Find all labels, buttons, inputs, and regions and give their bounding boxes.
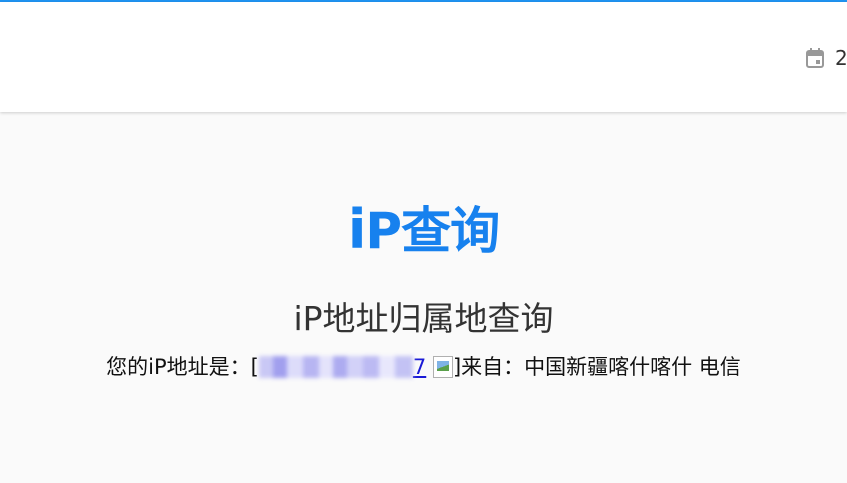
date-display: 2 bbox=[805, 46, 847, 70]
ip-address-suffix: 7 bbox=[412, 355, 427, 379]
logo-text: P查询 bbox=[365, 202, 500, 260]
calendar-icon bbox=[806, 48, 824, 68]
logo-letter-i: i bbox=[347, 198, 366, 261]
header-bar: 2 bbox=[0, 2, 847, 112]
site-logo[interactable]: iP查询 bbox=[0, 203, 847, 257]
ip-label: 您的iP地址是：[ bbox=[106, 355, 259, 379]
ip-address-redacted bbox=[258, 356, 413, 378]
broken-image-icon bbox=[432, 356, 453, 378]
ip-location-text: ]来自：中国新疆喀什喀什 电信 bbox=[452, 355, 741, 379]
ip-info-line: 您的iP地址是：[ 7 ]来自：中国新疆喀什喀什 电信 bbox=[0, 353, 847, 381]
page-title: iP地址归属地查询 bbox=[293, 299, 554, 338]
date-text: 2 bbox=[835, 46, 847, 70]
ip-address-link[interactable]: 7 bbox=[258, 353, 427, 381]
